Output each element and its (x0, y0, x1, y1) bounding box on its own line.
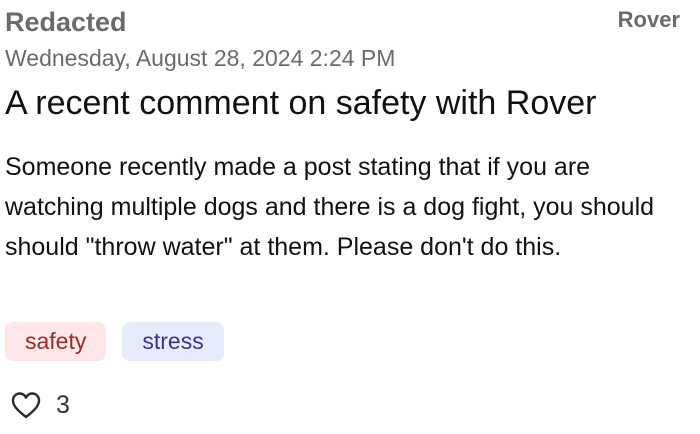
tag-safety[interactable]: safety (5, 322, 107, 361)
post-actions: 3 (10, 390, 70, 420)
post-card: Redacted Rover Wednesday, August 28, 202… (0, 0, 700, 434)
tag-stress[interactable]: stress (122, 322, 224, 361)
author-name[interactable]: Redacted (5, 6, 127, 38)
like-count: 3 (56, 391, 70, 419)
heart-outline-icon[interactable] (10, 390, 42, 420)
tag-list: safety stress (5, 322, 224, 361)
post-timestamp: Wednesday, August 28, 2024 2:24 PM (5, 45, 396, 71)
post-title[interactable]: A recent comment on safety with Rover (5, 82, 596, 124)
post-body: Someone recently made a post stating tha… (5, 153, 655, 261)
community-link[interactable]: Rover (618, 6, 680, 34)
